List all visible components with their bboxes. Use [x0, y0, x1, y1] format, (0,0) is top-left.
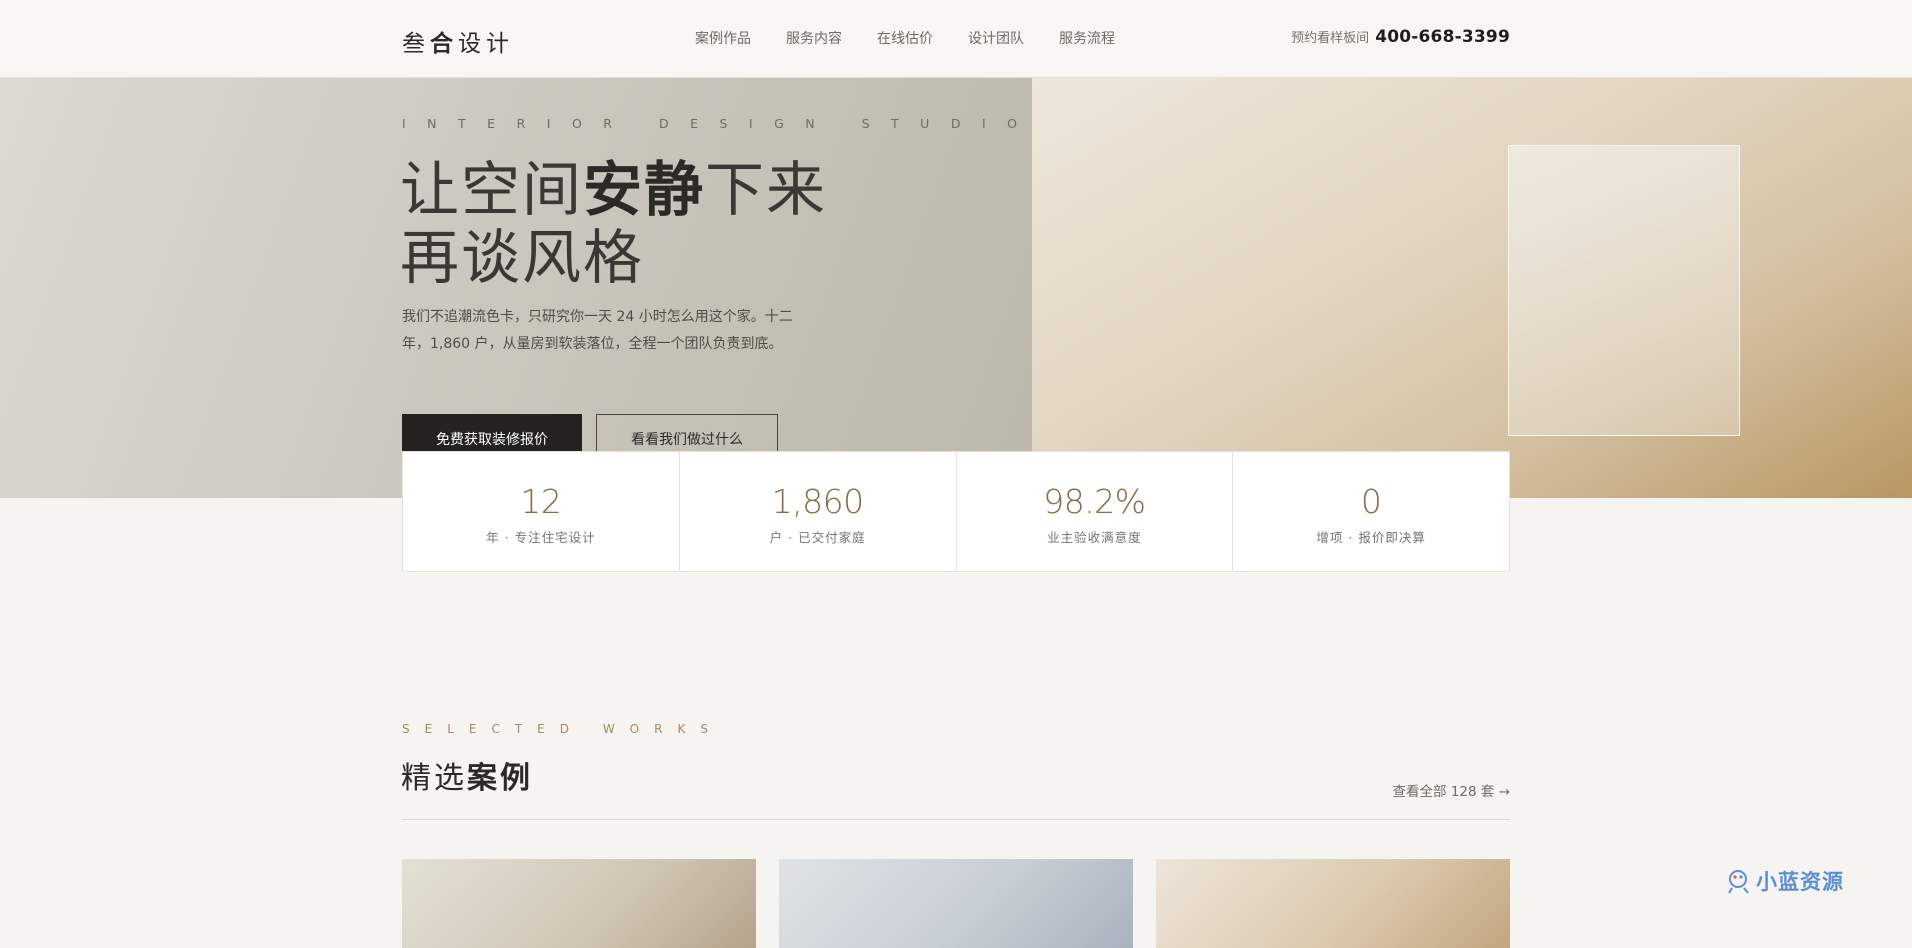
- main-nav: 案例作品 服务内容 在线估价 设计团队 服务流程: [695, 28, 1115, 48]
- hero-headline: 让空间安静下来 再谈风格: [400, 156, 827, 292]
- site-header: 叁合设计 案例作品 服务内容 在线估价 设计团队 服务流程 预约看样板间 400…: [0, 0, 1912, 78]
- stat-value: 12: [520, 481, 562, 521]
- watermark-text: 小蓝资源: [1756, 870, 1844, 894]
- watermark: 小蓝资源: [1726, 866, 1844, 896]
- stat-label: 增项 · 报价即决算: [1316, 529, 1426, 545]
- stat-years: 12 年 · 专注住宅设计: [403, 452, 680, 571]
- headline-part-a: 让空间: [400, 155, 584, 224]
- stat-households: 1,860 户 · 已交付家庭: [680, 452, 957, 571]
- case-card[interactable]: [779, 859, 1133, 948]
- stats-bar: 12 年 · 专注住宅设计 1,860 户 · 已交付家庭 98.2% 业主验收…: [402, 451, 1510, 572]
- nav-item-team[interactable]: 设计团队: [968, 28, 1024, 48]
- hero-image: [1032, 78, 1912, 498]
- hero-section: INTERIOR DESIGN STUDIO 让空间安静下来 再谈风格 我们不追…: [0, 78, 1912, 498]
- nav-item-cases[interactable]: 案例作品: [695, 28, 751, 48]
- hotline-label: 预约看样板间: [1291, 31, 1370, 46]
- stat-extra-items: 0 增项 · 报价即决算: [1233, 452, 1509, 571]
- works-divider: [402, 819, 1510, 820]
- headline-line2: 再谈风格: [400, 223, 645, 292]
- headline-part-c: 下来: [705, 155, 828, 224]
- logo[interactable]: 叁合设计: [402, 24, 514, 58]
- hero-eyebrow: INTERIOR DESIGN STUDIO: [402, 116, 1039, 131]
- nav-item-quote[interactable]: 在线估价: [877, 28, 933, 48]
- hotline: 预约看样板间 400-668-3399: [1291, 27, 1510, 47]
- logo-part3: 设计: [458, 31, 514, 57]
- stat-label: 户 · 已交付家庭: [769, 529, 866, 545]
- case-card[interactable]: [1156, 859, 1510, 948]
- hero-image-frame: [1508, 145, 1740, 436]
- stat-label: 年 · 专注住宅设计: [486, 529, 596, 545]
- case-card[interactable]: [402, 859, 756, 948]
- logo-part1: 叁: [402, 31, 430, 57]
- stat-value: 1,860: [771, 481, 864, 521]
- works-eyebrow: SELECTED WORKS: [402, 722, 723, 736]
- hotline-number[interactable]: 400-668-3399: [1375, 27, 1510, 47]
- stat-label: 业主验收满意度: [1047, 529, 1142, 545]
- works-title: 精选案例: [401, 753, 533, 797]
- nav-item-services[interactable]: 服务内容: [786, 28, 842, 48]
- mascot-icon: [1728, 870, 1749, 894]
- hero-description: 我们不追潮流色卡，只研究你一天 24 小时怎么用这个家。十二年，1,860 户，…: [402, 309, 793, 352]
- works-title-a: 精选: [401, 761, 467, 796]
- view-all-link[interactable]: 查看全部 128 套 →: [1393, 780, 1510, 800]
- works-title-b: 案例: [467, 761, 533, 796]
- nav-item-process[interactable]: 服务流程: [1059, 28, 1115, 48]
- headline-emphasis: 安静: [583, 155, 706, 224]
- stat-satisfaction: 98.2% 业主验收满意度: [957, 452, 1234, 571]
- logo-part2: 合: [430, 31, 458, 57]
- stat-value: 0: [1360, 481, 1382, 521]
- stat-value: 98.2%: [1043, 481, 1146, 521]
